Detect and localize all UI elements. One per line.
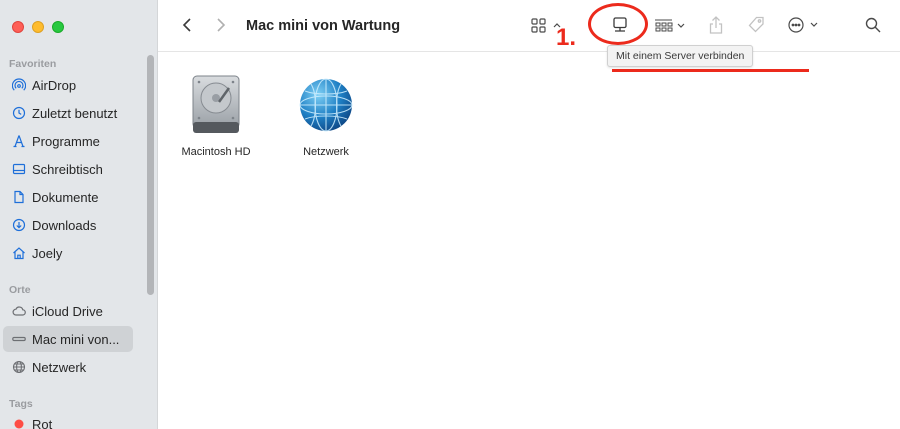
- close-window-button[interactable]: [12, 21, 24, 33]
- sidebar-item-mac-mini[interactable]: Mac mini von...: [3, 326, 133, 352]
- sidebar-item-label: AirDrop: [32, 77, 77, 93]
- airdrop-icon: [12, 78, 26, 92]
- globe-icon: [12, 360, 26, 374]
- sidebar: Favoriten AirDrop Zuletzt benutzt Progra…: [0, 0, 158, 429]
- sidebar-item-label: Programme: [32, 133, 100, 149]
- sidebar-item-applications[interactable]: Programme: [3, 128, 133, 154]
- sidebar-item-documents[interactable]: Dokumente: [3, 184, 133, 210]
- sidebar-item-tag-red[interactable]: Rot: [3, 411, 133, 429]
- search-icon: [865, 17, 881, 33]
- ellipsis-circle-icon: [788, 17, 818, 33]
- chevron-right-icon: [217, 18, 226, 32]
- sidebar-item-label: Downloads: [32, 217, 97, 233]
- sidebar-section-favorites: Favoriten: [9, 58, 57, 70]
- action-menu-button[interactable]: [786, 14, 826, 36]
- file-item-network[interactable]: Netzwerk: [281, 72, 371, 158]
- search-button[interactable]: [862, 14, 884, 36]
- sidebar-item-recents[interactable]: Zuletzt benutzt: [3, 100, 133, 126]
- tags-button[interactable]: [744, 14, 768, 36]
- toolbar: Mac mini von Wartung: [158, 0, 900, 52]
- sidebar-section-locations: Orte: [9, 284, 31, 296]
- annotation-underline: [612, 69, 809, 72]
- window-title: Mac mini von Wartung: [246, 18, 401, 34]
- tag-icon: [748, 16, 764, 33]
- file-item-label: Netzwerk: [303, 146, 349, 158]
- forward-button[interactable]: [212, 14, 230, 36]
- sidebar-item-label: Joely: [32, 245, 63, 261]
- back-button[interactable]: [178, 14, 196, 36]
- sidebar-item-icloud-drive[interactable]: iCloud Drive: [3, 298, 133, 324]
- finder-window: Favoriten AirDrop Zuletzt benutzt Progra…: [0, 0, 900, 429]
- cloud-icon: [12, 304, 26, 318]
- sidebar-item-label: Mac mini von...: [32, 331, 120, 347]
- sidebar-item-downloads[interactable]: Downloads: [3, 212, 133, 238]
- home-icon: [12, 246, 26, 260]
- sidebar-item-network[interactable]: Netzwerk: [3, 354, 133, 380]
- download-icon: [12, 218, 26, 232]
- zoom-window-button[interactable]: [52, 21, 64, 33]
- sidebar-item-label: Zuletzt benutzt: [32, 105, 118, 121]
- computer-icon: [12, 332, 26, 346]
- sidebar-item-label: Schreibtisch: [32, 161, 103, 177]
- sidebar-item-label: Netzwerk: [32, 359, 87, 375]
- annotation-step-number: 1.: [556, 24, 577, 51]
- network-globe-icon: [295, 72, 357, 138]
- clock-icon: [12, 106, 26, 120]
- minimize-window-button[interactable]: [32, 21, 44, 33]
- sidebar-scrollbar[interactable]: [147, 55, 154, 295]
- sidebar-item-label: Rot: [32, 416, 53, 429]
- sidebar-item-desktop[interactable]: Schreibtisch: [3, 156, 133, 182]
- group-by-button[interactable]: [654, 16, 688, 36]
- annotation-circle: [588, 3, 648, 45]
- window-controls: [12, 21, 64, 33]
- sidebar-item-label: Dokumente: [32, 189, 99, 205]
- sidebar-item-label: iCloud Drive: [32, 303, 103, 319]
- share-button[interactable]: [706, 13, 726, 37]
- connect-to-server-tooltip: Mit einem Server verbinden: [607, 45, 754, 67]
- file-item-label: Macintosh HD: [181, 146, 251, 158]
- sidebar-item-home[interactable]: Joely: [3, 240, 133, 266]
- share-icon: [709, 16, 723, 34]
- sidebar-section-tags: Tags: [9, 398, 33, 410]
- file-item-macintosh-hd[interactable]: Macintosh HD: [171, 72, 261, 158]
- apps-icon: [12, 134, 26, 148]
- desktop-icon: [12, 162, 26, 176]
- chevron-left-icon: [182, 18, 191, 32]
- hard-drive-icon: [185, 72, 247, 138]
- tag-dot-icon: [12, 417, 26, 429]
- sidebar-item-airdrop[interactable]: AirDrop: [3, 72, 133, 98]
- document-icon: [12, 190, 26, 204]
- group-grid-icon: [655, 19, 685, 32]
